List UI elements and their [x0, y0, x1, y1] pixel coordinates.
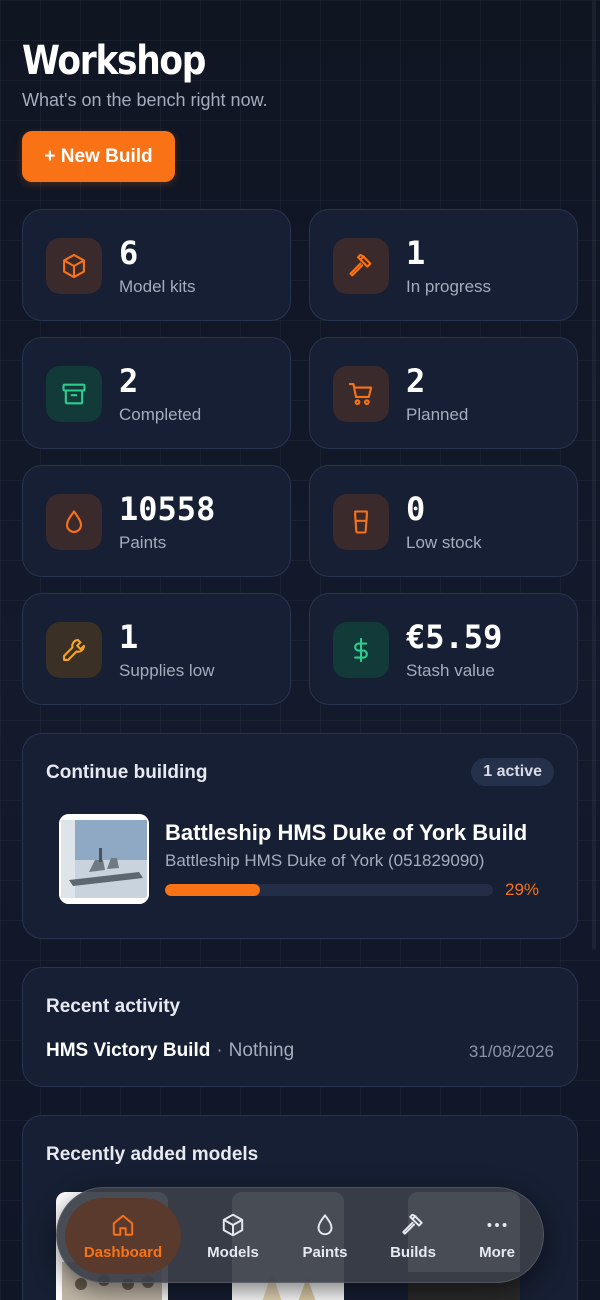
archive-icon — [46, 366, 102, 422]
hammer-icon — [333, 238, 389, 294]
stat-value: 1 — [406, 234, 426, 272]
stat-card-completed[interactable]: 2 Completed — [22, 337, 291, 449]
cube-icon — [222, 1213, 244, 1236]
stat-label: Planned — [406, 405, 469, 424]
stat-value: 10558 — [119, 490, 216, 528]
hammer-icon — [402, 1213, 423, 1235]
stat-card-paints[interactable]: 10558 Paints — [22, 465, 291, 577]
recent-activity-heading: Recent activity — [46, 996, 181, 1017]
stat-label: Model kits — [119, 277, 196, 296]
activity-item[interactable]: HMS Victory Build · Nothing — [46, 1040, 294, 1062]
new-build-button[interactable]: + New Build — [22, 131, 175, 182]
cube-icon — [46, 238, 102, 294]
nav-item-label: Models — [207, 1243, 259, 1261]
dollar-icon — [333, 622, 389, 678]
cart-icon — [333, 366, 389, 422]
build-thumbnail[interactable] — [59, 814, 149, 904]
stat-label: Paints — [119, 533, 167, 552]
droplet-icon — [46, 494, 102, 550]
build-progress-label: 29% — [505, 880, 540, 899]
nav-item-label: Builds — [390, 1243, 436, 1261]
nav-item-dashboard[interactable]: Dashboard — [65, 1198, 181, 1274]
stat-value: €5.59 — [406, 618, 503, 656]
nav-item-models[interactable]: Models — [191, 1198, 275, 1274]
stat-value: 1 — [119, 618, 139, 656]
build-progress-fill — [165, 884, 261, 896]
stat-value: 2 — [119, 362, 139, 400]
nav-item-label: Paints — [302, 1243, 348, 1261]
build-subtitle: Battleship HMS Duke of York (051829090) — [165, 851, 485, 870]
active-count-badge: 1 active — [471, 758, 554, 786]
stat-card-in-progress[interactable]: 1 In progress — [309, 209, 578, 321]
nav-item-builds[interactable]: Builds — [371, 1198, 455, 1274]
continue-building-card: Continue building 1 active Battleship HM… — [22, 733, 578, 939]
activity-separator: · — [216, 1040, 223, 1061]
stat-label: Stash value — [406, 661, 495, 680]
build-title[interactable]: Battleship HMS Duke of York Build — [165, 820, 527, 846]
nav-item-label: Dashboard — [83, 1243, 163, 1261]
stat-value: 0 — [406, 490, 426, 528]
stat-card-planned[interactable]: 2 Planned — [309, 337, 578, 449]
stat-card-stash-value[interactable]: €5.59 Stash value — [309, 593, 578, 705]
nav-item-label: More — [479, 1243, 515, 1261]
bottom-navigation: Dashboard Models Paints Builds More — [56, 1187, 544, 1283]
more-icon — [487, 1222, 507, 1227]
stat-value: 2 — [406, 362, 426, 400]
stat-label: Supplies low — [119, 661, 215, 680]
stat-value: 6 — [119, 234, 139, 272]
activity-item-detail: Nothing — [228, 1040, 295, 1061]
stat-card-low-stock[interactable]: 0 Low stock — [309, 465, 578, 577]
stat-label: Completed — [119, 405, 202, 424]
paint-pot-icon — [333, 494, 389, 550]
stat-label: In progress — [406, 277, 492, 296]
nav-item-more[interactable]: More — [455, 1198, 539, 1274]
continue-building-heading: Continue building — [46, 762, 208, 783]
home-icon — [112, 1214, 134, 1236]
stat-card-model-kits[interactable]: 6 Model kits — [22, 209, 291, 321]
stat-label: Low stock — [406, 533, 482, 552]
page-scrollbar[interactable] — [592, 0, 596, 950]
page-subtitle: What's on the bench right now. — [22, 90, 268, 110]
recent-models-heading: Recently added models — [46, 1144, 259, 1165]
droplet-icon — [317, 1213, 333, 1235]
recent-activity-card: Recent activity HMS Victory Build · Nothin… — [22, 967, 578, 1087]
page-title: Workshop — [22, 38, 206, 84]
activity-item-name: HMS Victory Build — [46, 1040, 211, 1061]
wrench-icon — [46, 622, 102, 678]
nav-item-paints[interactable]: Paints — [283, 1198, 367, 1274]
activity-item-date: 31/08/2026 — [468, 1042, 554, 1061]
build-progress-bar — [165, 884, 493, 896]
stat-card-supplies-low[interactable]: 1 Supplies low — [22, 593, 291, 705]
